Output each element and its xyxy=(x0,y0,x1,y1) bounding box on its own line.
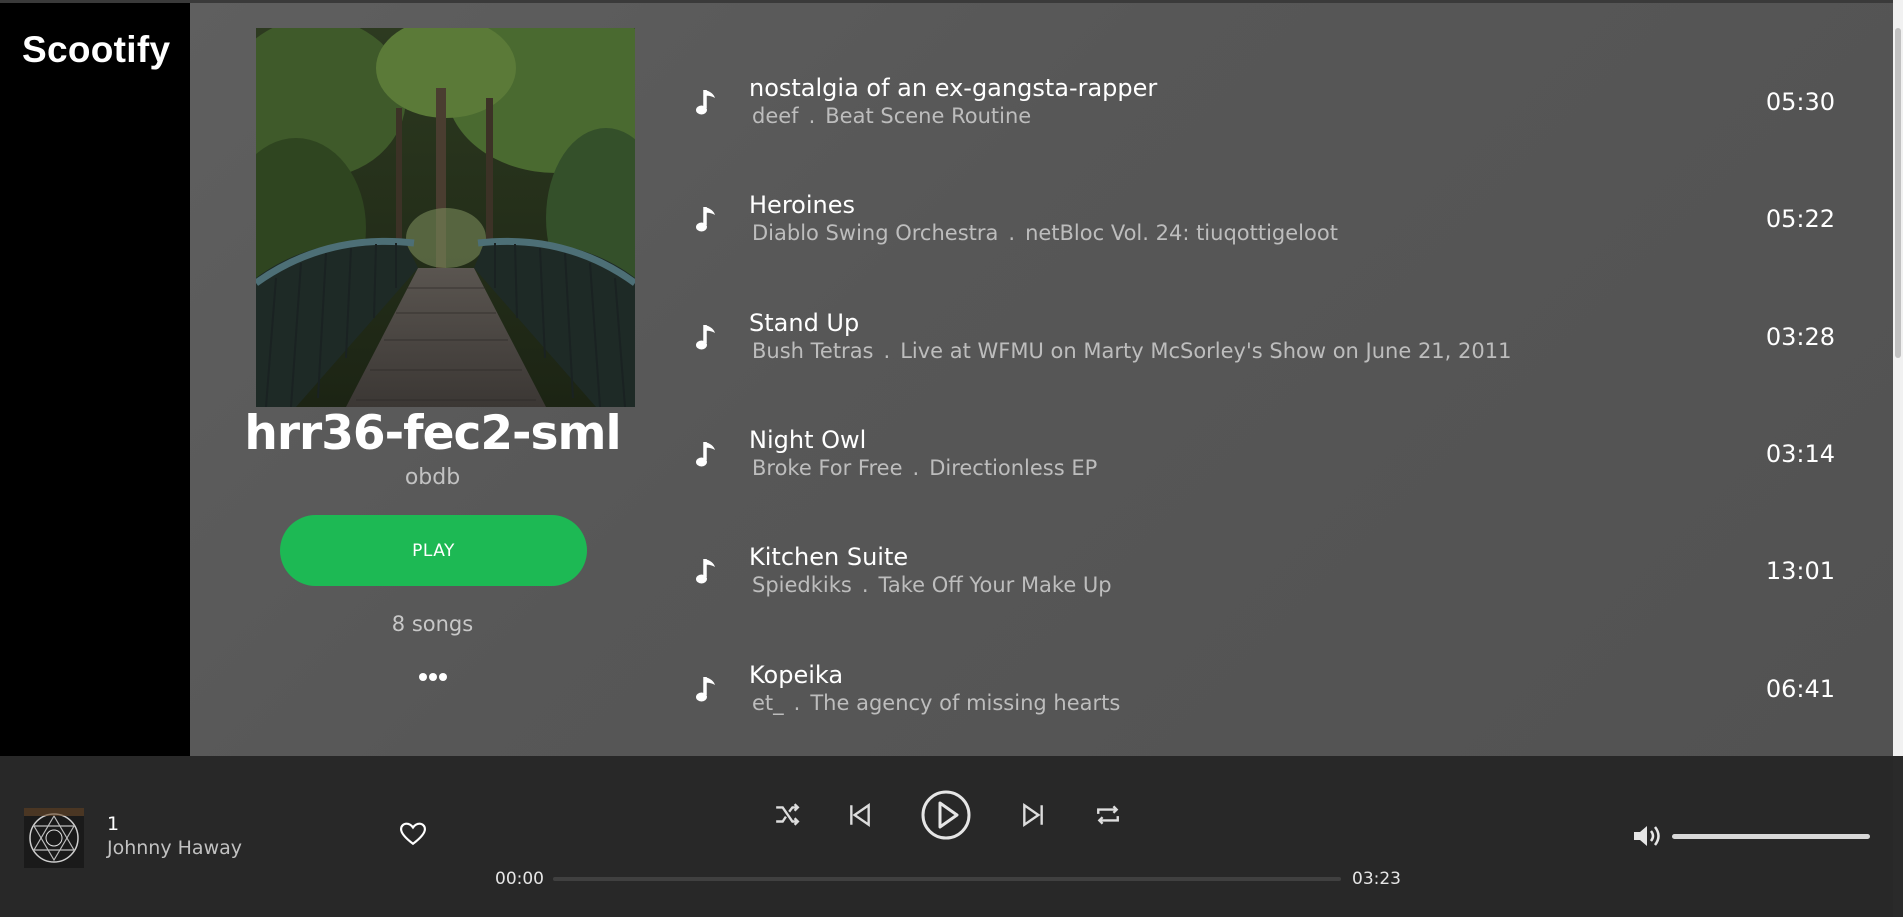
track-separator: . xyxy=(861,573,869,598)
volume-slider[interactable] xyxy=(1672,834,1870,839)
music-note-icon[interactable] xyxy=(695,557,721,587)
track-album[interactable]: netBloc Vol. 24: tiuqottigeloot xyxy=(1025,221,1338,245)
track-album[interactable]: The agency of missing hearts xyxy=(810,691,1120,715)
track-title[interactable]: Night Owl xyxy=(749,426,866,454)
track-row[interactable]: Kopeika et_. The agency of missing hearts 0… xyxy=(695,661,1835,741)
track-row[interactable]: Kitchen Suite Spiedkiks. Take Off Your Mak… xyxy=(695,543,1835,623)
track-title[interactable]: Kopeika xyxy=(749,661,843,689)
track-album[interactable]: Directionless EP xyxy=(929,456,1097,480)
play-circle-icon[interactable] xyxy=(920,789,972,841)
shuffle-icon[interactable] xyxy=(772,800,802,830)
elapsed-time: 00:00 xyxy=(495,869,544,889)
track-subtitle: et_. The agency of missing hearts xyxy=(752,691,1120,715)
repeat-icon[interactable] xyxy=(1093,800,1123,830)
song-count: 8 songs xyxy=(391,612,474,636)
music-note-icon[interactable] xyxy=(695,88,721,118)
track-album[interactable]: Live at WFMU on Marty McSorley's Show on… xyxy=(900,339,1511,363)
track-subtitle: Diablo Swing Orchestra. netBloc Vol. 24: … xyxy=(752,221,1338,245)
playlist-cover-image xyxy=(256,28,635,407)
track-separator: . xyxy=(808,104,816,128)
track-duration: 05:30 xyxy=(1765,88,1835,116)
total-time: 03:23 xyxy=(1352,869,1401,889)
sidebar: Scootify xyxy=(0,0,190,756)
track-artist[interactable]: Spiedkiks xyxy=(752,573,852,597)
music-note-icon[interactable] xyxy=(695,440,721,470)
app-logo[interactable]: Scootify xyxy=(22,29,170,71)
music-note-icon[interactable] xyxy=(695,205,721,235)
track-row[interactable]: nostalgia of an ex-gangsta-rapper deef. Be… xyxy=(695,74,1835,154)
track-artist[interactable]: Bush Tetras xyxy=(752,339,874,363)
track-duration: 03:28 xyxy=(1765,322,1835,351)
track-artist[interactable]: Broke For Free xyxy=(752,456,903,480)
track-duration: 13:01 xyxy=(1765,557,1835,586)
track-duration: 05:22 xyxy=(1765,205,1835,234)
track-album[interactable]: Beat Scene Routine xyxy=(825,104,1031,128)
track-row[interactable]: Stand Up Bush Tetras. Live at WFMU on Mart… xyxy=(695,309,1835,389)
track-artist[interactable]: Diablo Swing Orchestra xyxy=(752,221,998,245)
track-title[interactable]: Heroines xyxy=(749,191,855,219)
skip-previous-icon[interactable] xyxy=(845,800,875,830)
track-duration: 06:41 xyxy=(1765,674,1835,703)
track-subtitle: deef. Beat Scene Routine xyxy=(752,104,1031,128)
track-title[interactable]: Kitchen Suite xyxy=(749,543,908,571)
track-artist[interactable]: deef xyxy=(752,104,799,128)
now-playing-artwork[interactable] xyxy=(24,808,84,868)
track-title[interactable]: Stand Up xyxy=(749,309,859,337)
track-separator: . xyxy=(793,690,801,715)
volume-icon[interactable] xyxy=(1632,822,1664,850)
play-playlist-button[interactable]: PLAY xyxy=(280,515,587,586)
track-title[interactable]: nostalgia of an ex-gangsta-rapper xyxy=(749,74,1157,102)
track-row[interactable]: Night Owl Broke For Free. Directionless EP… xyxy=(695,426,1835,506)
track-separator: . xyxy=(1008,221,1016,246)
track-artist[interactable]: et_ xyxy=(752,691,784,715)
music-note-icon[interactable] xyxy=(695,675,721,705)
track-row[interactable]: Heroines Diablo Swing Orchestra. netBloc V… xyxy=(695,191,1835,271)
more-dots-icon[interactable] xyxy=(410,662,456,692)
progress-bar[interactable] xyxy=(553,877,1341,881)
now-playing-artist[interactable]: Johnny Haway xyxy=(107,837,242,859)
track-subtitle: Broke For Free. Directionless EP xyxy=(752,456,1097,480)
track-subtitle: Bush Tetras. Live at WFMU on Marty McSorl… xyxy=(752,339,1511,363)
skip-next-icon[interactable] xyxy=(1018,800,1048,830)
track-subtitle: Spiedkiks. Take Off Your Make Up xyxy=(752,573,1112,597)
playlist-title: hrr36-fec2-sml xyxy=(244,406,621,461)
playlist-owner[interactable]: obdb xyxy=(240,465,625,490)
heart-icon[interactable] xyxy=(399,822,427,846)
track-album[interactable]: Take Off Your Make Up xyxy=(879,573,1112,597)
track-separator: . xyxy=(883,338,891,363)
track-separator: . xyxy=(912,455,920,480)
music-note-icon[interactable] xyxy=(695,323,721,353)
now-playing-title[interactable]: 1 xyxy=(107,813,119,835)
scrollbar-thumb[interactable] xyxy=(1895,28,1901,358)
track-duration: 03:14 xyxy=(1765,439,1835,468)
